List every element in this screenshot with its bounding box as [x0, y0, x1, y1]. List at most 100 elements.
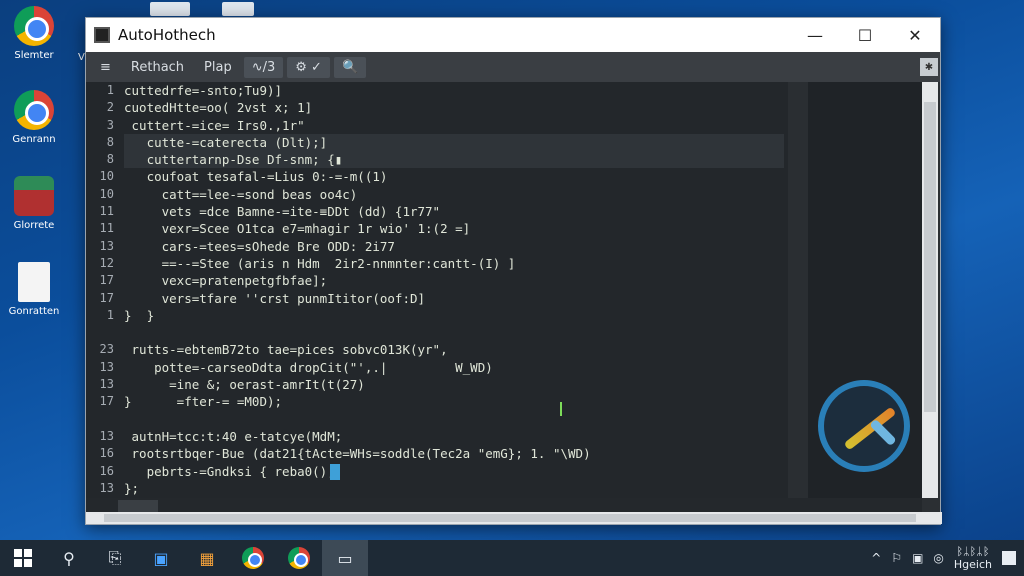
partial-desktop-icon: [222, 2, 254, 16]
tray-flag-icon[interactable]: ⚐: [891, 551, 902, 565]
notification-icon[interactable]: [1002, 551, 1016, 565]
close-button[interactable]: ✕: [890, 18, 940, 52]
line-number: 16: [99, 463, 114, 478]
code-line[interactable]: vexc=pratenpetgfbfae];: [124, 272, 784, 289]
line-number: 17: [99, 290, 114, 305]
window-title: AutoHothech: [118, 26, 216, 44]
line-number: 13: [99, 428, 114, 443]
horizontal-scroll-thumb[interactable]: [118, 500, 158, 512]
tray-settings-icon[interactable]: ◎: [933, 551, 943, 565]
vertical-scrollbar[interactable]: [922, 82, 938, 498]
code-line[interactable]: cuttertarnp-Dse Df-snm; {▮: [124, 151, 784, 169]
menu-icon[interactable]: ≡: [92, 57, 119, 78]
line-number: 2: [106, 100, 114, 115]
line-number: 23: [99, 342, 114, 357]
clock[interactable]: ᛒᛦᛒᛦᛒ Hgeich: [954, 545, 992, 571]
chrome-taskbar-icon[interactable]: [276, 540, 322, 576]
chrome-icon: [14, 90, 54, 130]
desktop-icon-2[interactable]: Genrann: [2, 90, 66, 145]
partial-desktop-icon: [150, 2, 190, 16]
taskbar: ⚲ ⎘ ▣ ▦ ▭ ^ ⚐ ▣ ◎ ᛒᛦᛒᛦᛒ Hgeich: [0, 540, 1024, 576]
code-line[interactable]: rutts-=ebtemB72to tae=pices sobvc013K(yr…: [124, 341, 784, 358]
desktop-icon-label: Gonratten: [8, 306, 60, 317]
line-number: 11: [99, 204, 114, 219]
line-number: 13: [99, 377, 114, 392]
app-icon: [14, 176, 54, 216]
line-number: 17: [99, 394, 114, 409]
desktop-icon-1[interactable]: Slemter: [2, 6, 66, 61]
code-line[interactable]: coufoat tesafal-=Lius 0:-=-m((1): [124, 168, 784, 185]
maximize-button[interactable]: ☐: [840, 18, 890, 52]
store-icon[interactable]: ▣: [138, 540, 184, 576]
code-line[interactable]: } }: [124, 307, 784, 324]
code-line[interactable]: cuttedrfe=-snto;⁠Tu9)]: [124, 82, 784, 99]
toolbar: ≡ Rethach Plap ∿/3 ⚙ ✓ 🔍 ✱: [86, 52, 940, 82]
line-number: 8: [106, 152, 114, 167]
code-line[interactable]: potte=-carseoDdta dropCit("',.| W_WD): [124, 359, 784, 376]
code-editor[interactable]: 1238810101111131217171231313171316161313…: [86, 82, 922, 512]
task-view-icon[interactable]: ⎘: [92, 540, 138, 576]
minimize-button[interactable]: —: [790, 18, 840, 52]
line-number: 17: [99, 273, 114, 288]
code-line[interactable]: cutte-=caterecta (Dlt);]: [124, 133, 784, 152]
line-number: 11: [99, 221, 114, 236]
code-line[interactable]: vexr=Scee O1tca e7=mhagir 1r wio' 1:(2 =…: [124, 220, 784, 237]
line-number: [86, 324, 114, 341]
line-number: 13: [99, 359, 114, 374]
editor-taskbar-icon[interactable]: ▭: [322, 540, 368, 576]
title-bar[interactable]: AutoHothech — ☐ ✕: [86, 18, 940, 52]
search-icon[interactable]: ⚲: [46, 540, 92, 576]
settings-icon[interactable]: ⚙ ✓: [287, 56, 330, 78]
clock-line-1: ᛒᛦᛒᛦᛒ: [956, 545, 990, 558]
search-icon[interactable]: 🔍: [333, 56, 367, 78]
tray-chevron-icon[interactable]: ^: [871, 551, 881, 565]
autohotkey-logo-icon: [818, 380, 910, 472]
desktop-icon-3[interactable]: Glorrete: [2, 176, 66, 231]
code-line[interactable]: catt==lee-=sond beas oo4c): [124, 186, 784, 203]
scroll-thumb[interactable]: [104, 514, 916, 522]
chrome-taskbar-icon[interactable]: [230, 540, 276, 576]
desktop-icon-label: Slemter: [14, 50, 54, 61]
tray-network-icon[interactable]: ▣: [912, 551, 923, 565]
chrome-icon: [14, 6, 54, 46]
app-icon: [94, 27, 110, 43]
minimap[interactable]: [788, 82, 808, 498]
line-number: 12: [99, 255, 114, 270]
editor-window: AutoHothech — ☐ ✕ ≡ Rethach Plap ∿/3 ⚙ ✓…: [85, 17, 942, 525]
line-number: 1: [106, 307, 114, 322]
code-line[interactable]: vets =dce Bamne-=ite-≡DDt (dd) {1r77": [124, 203, 784, 220]
line-number: 10: [99, 186, 114, 201]
code-line[interactable]: } =fter-= =M0D);: [124, 393, 784, 410]
code-line[interactable]: cuttert-=ice= Irs0.,1r": [124, 117, 784, 134]
toolbar-item-plap[interactable]: Plap: [196, 57, 240, 78]
document-icon: [18, 262, 50, 302]
line-number: 8: [106, 134, 114, 149]
horizontal-scrollbar[interactable]: [86, 512, 942, 524]
line-number: [86, 411, 114, 428]
code-line[interactable]: vers=tfare ''crst punmItitor(oof:D]: [124, 290, 784, 307]
line-number: 13: [99, 238, 114, 253]
code-line[interactable]: cuotedHtte=oo( 2vst x; 1]: [124, 99, 784, 116]
code-line[interactable]: [124, 411, 784, 428]
toolbar-item-refresh[interactable]: Rethach: [123, 57, 192, 78]
chrome-icon: [288, 547, 310, 569]
text-caret: [560, 402, 562, 416]
code-area[interactable]: cuttedrfe=-snto;⁠Tu9)] cuotedHtte=oo( 2vs…: [124, 82, 784, 514]
code-line[interactable]: cars-=tees=sOhede Bre ODD: 2i77: [124, 238, 784, 255]
code-line[interactable]: autnH=tcc:t:40 e-tatcye(MdM;: [124, 428, 784, 445]
desktop-icon-4[interactable]: Gonratten: [2, 262, 66, 317]
gift-icon[interactable]: ▦: [184, 540, 230, 576]
code-line[interactable]: rootsrtbqer-Bue (dat21{tActe=WHs=soddle(…: [124, 445, 784, 462]
start-button[interactable]: [0, 540, 46, 576]
clock-line-2: Hgeich: [953, 558, 992, 571]
code-line[interactable]: ==--=Stee (aris n Hdm 2ir2-nnmnter:cantt…: [124, 255, 784, 272]
code-line[interactable]: [124, 324, 784, 341]
pin-icon[interactable]: ✱: [920, 58, 938, 76]
code-line[interactable]: =ine &; oerast-amrIt(t(27): [124, 376, 784, 393]
scroll-thumb[interactable]: [924, 102, 936, 412]
line-number: 13: [99, 480, 114, 495]
desktop-icon-label: Genrann: [12, 134, 56, 145]
code-line[interactable]: pebrts-=Gndksi { reba0();: [124, 463, 784, 480]
toolbar-item-wave[interactable]: ∿/3: [243, 56, 284, 78]
code-line[interactable]: };: [124, 480, 784, 497]
